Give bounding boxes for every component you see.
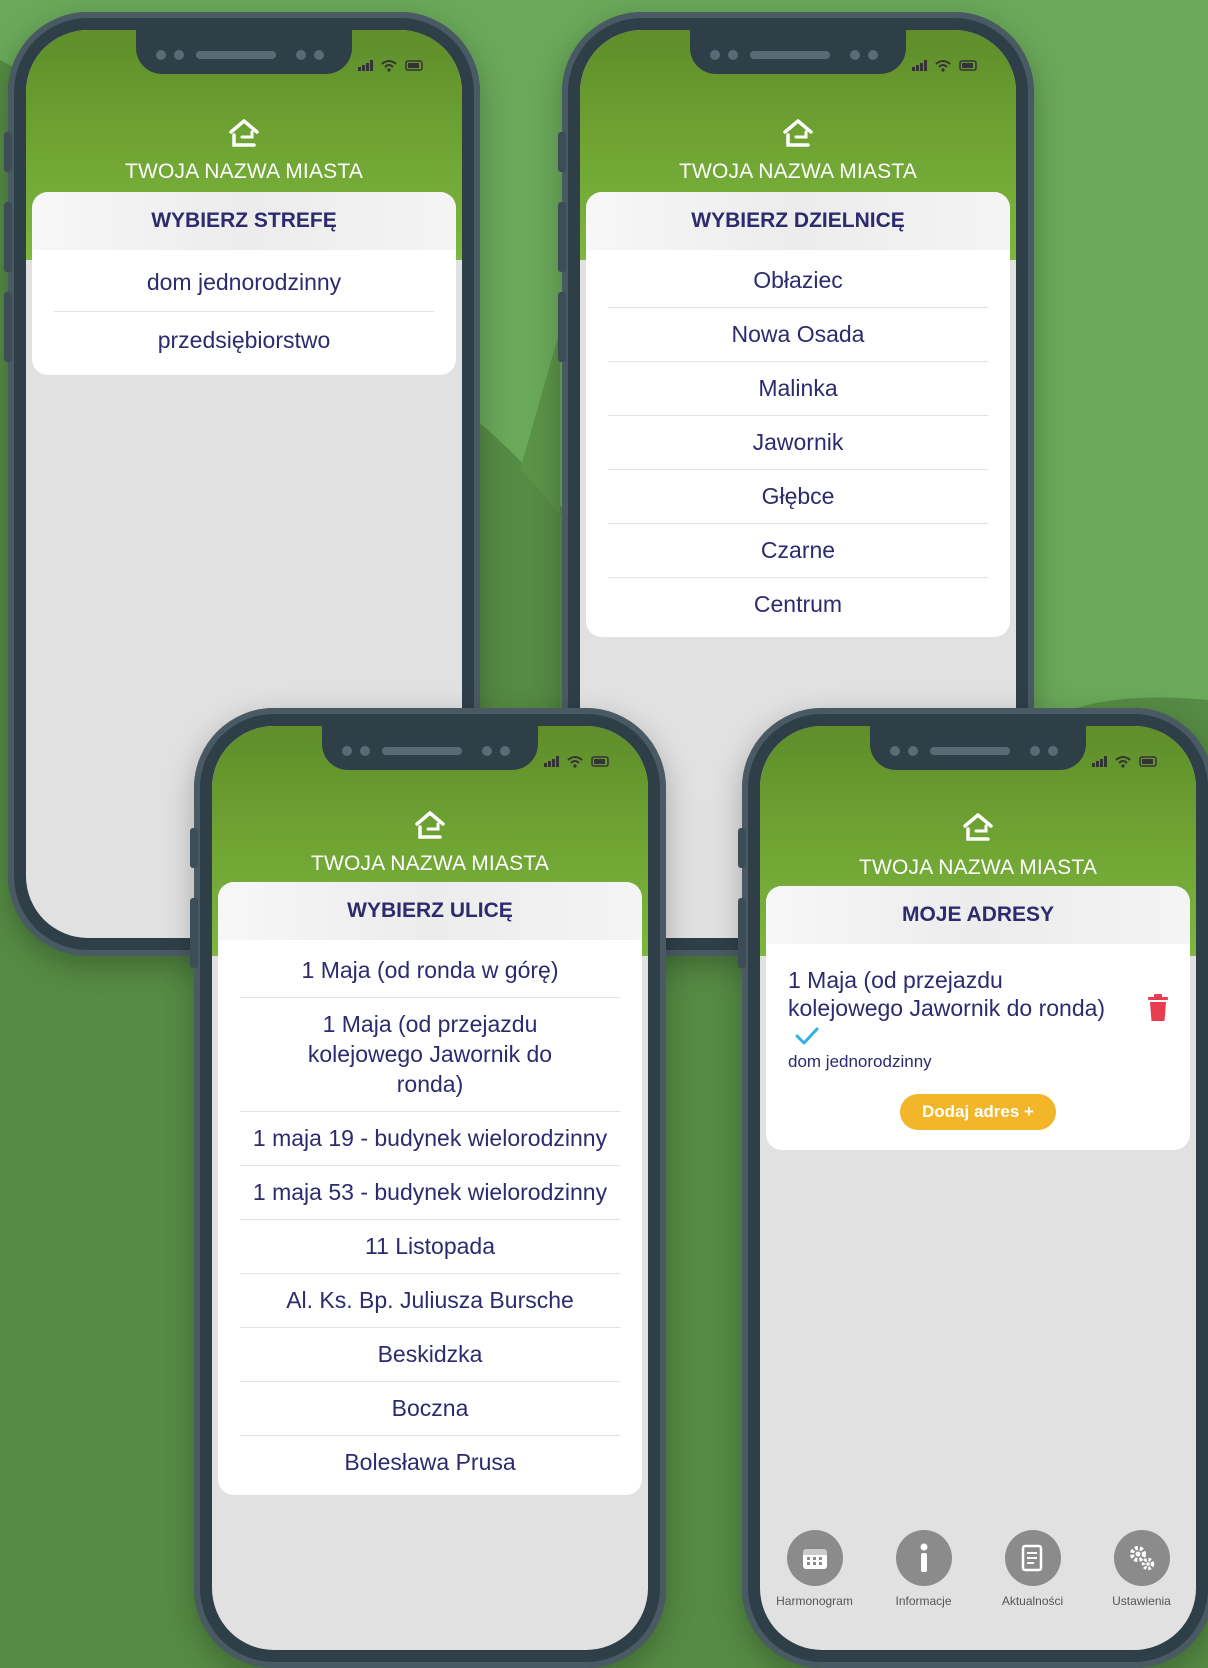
address-item[interactable]: 1 Maja (od przejazdu kolejowego Jawornik… [766,944,1190,1150]
calendar-icon [786,1530,843,1586]
list-item[interactable]: 1 maja 19 - budynek wielorodzinny [240,1112,620,1166]
district-list: Obłaziec Nowa Osada Malinka Jawornik Głę… [586,250,1010,637]
card-title: WYBIERZ DZIELNICĘ [586,192,1010,250]
status-icons [1092,756,1157,768]
list-item[interactable]: Jawornik [608,416,988,470]
address-zone: dom jednorodzinny [788,1052,932,1071]
notch [136,30,352,74]
district-card: WYBIERZ DZIELNICĘ Obłaziec Nowa Osada Ma… [586,192,1010,637]
list-item[interactable]: 1 Maja (od przejazdu kolejowego Jawornik… [240,998,620,1112]
list-item[interactable]: Beskidzka [240,1328,620,1382]
home-logo-icon [963,813,993,841]
notch [870,726,1086,770]
trash-icon[interactable] [1146,994,1170,1022]
nav-item-informacje[interactable]: Informacje [879,1530,969,1640]
zone-list: dom jednorodzinny przedsiębiorstwo [32,250,456,375]
screen: TWOJA NAZWA MIASTA WYBIERZ ULICĘ 1 Maja … [212,726,648,1650]
gears-icon [1113,1530,1170,1586]
city-name: TWOJA NAZWA MIASTA [310,852,550,875]
notch [690,30,906,74]
nav-label: Harmonogram [776,1594,853,1608]
nav-item-aktualnosci[interactable]: Aktualności [988,1530,1078,1640]
address-street: 1 Maja (od przejazdu kolejowego Jawornik… [788,967,1106,1021]
nav-label: Ustawienia [1112,1594,1171,1608]
list-item[interactable]: 1 Maja (od ronda w górę) [240,944,620,998]
list-item[interactable]: Nowa Osada [608,308,988,362]
street-card: WYBIERZ ULICĘ 1 Maja (od ronda w górę) 1… [218,882,642,1495]
zone-card: WYBIERZ STREFĘ dom jednorodzinny przedsi… [32,192,456,375]
add-address-button[interactable]: Dodaj adres + [900,1094,1056,1130]
addresses-card: MOJE ADRESY 1 Maja (od przejazdu kolejow… [766,886,1190,1150]
check-icon [795,1027,819,1045]
status-icons [358,60,423,72]
nav-item-harmonogram[interactable]: Harmonogram [770,1530,860,1640]
card-title: WYBIERZ ULICĘ [218,882,642,940]
street-list: 1 Maja (od ronda w górę) 1 Maja (od prze… [218,940,642,1495]
info-icon [895,1530,952,1586]
home-logo-icon [415,811,445,839]
home-logo-icon [229,119,259,147]
nav-label: Aktualności [1001,1594,1064,1608]
home-logo-icon [783,119,813,147]
nav-label: Informacje [895,1594,952,1608]
notch [322,726,538,770]
list-item[interactable]: Malinka [608,362,988,416]
city-name: TWOJA NAZWA MIASTA [124,160,364,183]
list-item[interactable]: Czarne [608,524,988,578]
list-item[interactable]: Boczna [240,1382,620,1436]
list-item[interactable]: Głębce [608,470,988,524]
status-icons [544,756,609,768]
card-title: MOJE ADRESY [766,886,1190,944]
card-title: WYBIERZ STREFĘ [32,192,456,250]
nav-item-ustawienia[interactable]: Ustawienia [1097,1530,1187,1640]
list-item[interactable]: Centrum [608,578,988,631]
status-icons [912,60,977,72]
list-item[interactable]: dom jednorodzinny [54,254,434,312]
list-item[interactable]: Obłaziec [608,254,988,308]
list-item[interactable]: 1 maja 53 - budynek wielorodzinny [240,1166,620,1220]
list-item[interactable]: Al. Ks. Bp. Juliusza Bursche [240,1274,620,1328]
list-item[interactable]: przedsiębiorstwo [54,312,434,369]
list-item[interactable]: Bolesława Prusa [240,1436,620,1489]
phone-street-screen: TWOJA NAZWA MIASTA WYBIERZ ULICĘ 1 Maja … [190,708,666,1668]
city-name: TWOJA NAZWA MIASTA [678,160,918,183]
list-item[interactable]: 11 Listopada [240,1220,620,1274]
screen: TWOJA NAZWA MIASTA MOJE ADRESY 1 Maja (o… [760,726,1196,1650]
phone-addresses-screen: TWOJA NAZWA MIASTA MOJE ADRESY 1 Maja (o… [738,708,1208,1668]
bottom-navigation: Harmonogram Informacje Aktualności Ustaw… [760,1530,1196,1640]
city-name: TWOJA NAZWA MIASTA [858,856,1098,879]
news-icon [1004,1530,1061,1586]
